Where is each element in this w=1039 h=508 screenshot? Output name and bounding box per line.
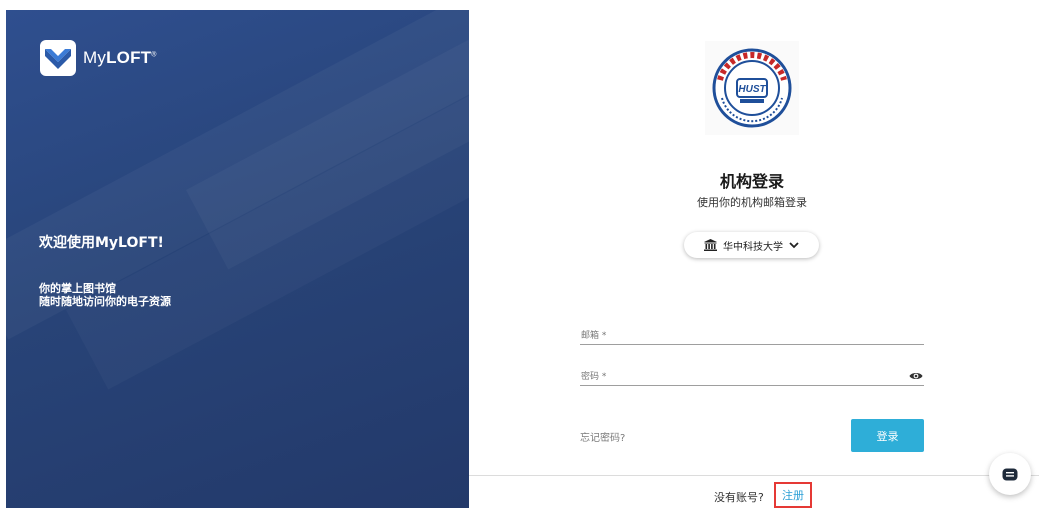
no-account-text: 没有账号? (714, 491, 764, 504)
forgot-password-link[interactable]: 忘记密码? (580, 429, 625, 444)
chevron-down-icon (789, 241, 799, 248)
password-placeholder: 密码 * (581, 372, 607, 382)
brand-logo: MyLOFT® (40, 40, 157, 76)
tagline-line-1: 你的掌上图书馆 (39, 282, 116, 295)
trademark-mark: ® (151, 51, 157, 59)
welcome-heading: 欢迎使用MyLOFT! (39, 235, 164, 251)
brand-panel: MyLOFT® 欢迎使用MyLOFT! 你的掌上图书馆 随时随地访问你的电子资源 (6, 10, 469, 508)
seal-text: HUST (738, 84, 766, 95)
register-link-label: 注册 (782, 489, 804, 502)
email-field[interactable]: 邮箱 * (580, 322, 924, 345)
brand-name-suffix: LOFT (106, 48, 152, 67)
myloft-logo-icon (40, 40, 76, 76)
brand-name: MyLOFT® (83, 48, 157, 68)
register-link[interactable]: 注册 (774, 482, 812, 508)
institution-icon (704, 239, 717, 251)
password-field[interactable]: 密码 * (580, 363, 924, 386)
login-panel: HUST 机构登录 使用你的机构邮箱登录 华中科技大学 邮箱 * 密码 * 忘记… (469, 10, 1039, 508)
institution-logo: HUST (705, 41, 799, 135)
institution-select[interactable]: 华中科技大学 (684, 232, 819, 258)
footer-divider (469, 475, 1039, 476)
chat-button[interactable] (989, 453, 1031, 495)
email-placeholder: 邮箱 * (581, 331, 607, 341)
eye-icon[interactable] (909, 366, 923, 385)
institution-select-value: 华中科技大学 (723, 241, 783, 253)
tagline-line-2: 随时随地访问你的电子资源 (39, 295, 171, 308)
login-subtitle: 使用你的机构邮箱登录 (697, 196, 807, 209)
login-button[interactable]: 登录 (851, 419, 924, 452)
university-seal-icon: HUST (712, 48, 792, 128)
login-title: 机构登录 (719, 172, 784, 191)
chat-icon (1002, 468, 1018, 480)
brand-name-prefix: My (83, 48, 107, 67)
tagline: 你的掌上图书馆 随时随地访问你的电子资源 (39, 282, 171, 308)
